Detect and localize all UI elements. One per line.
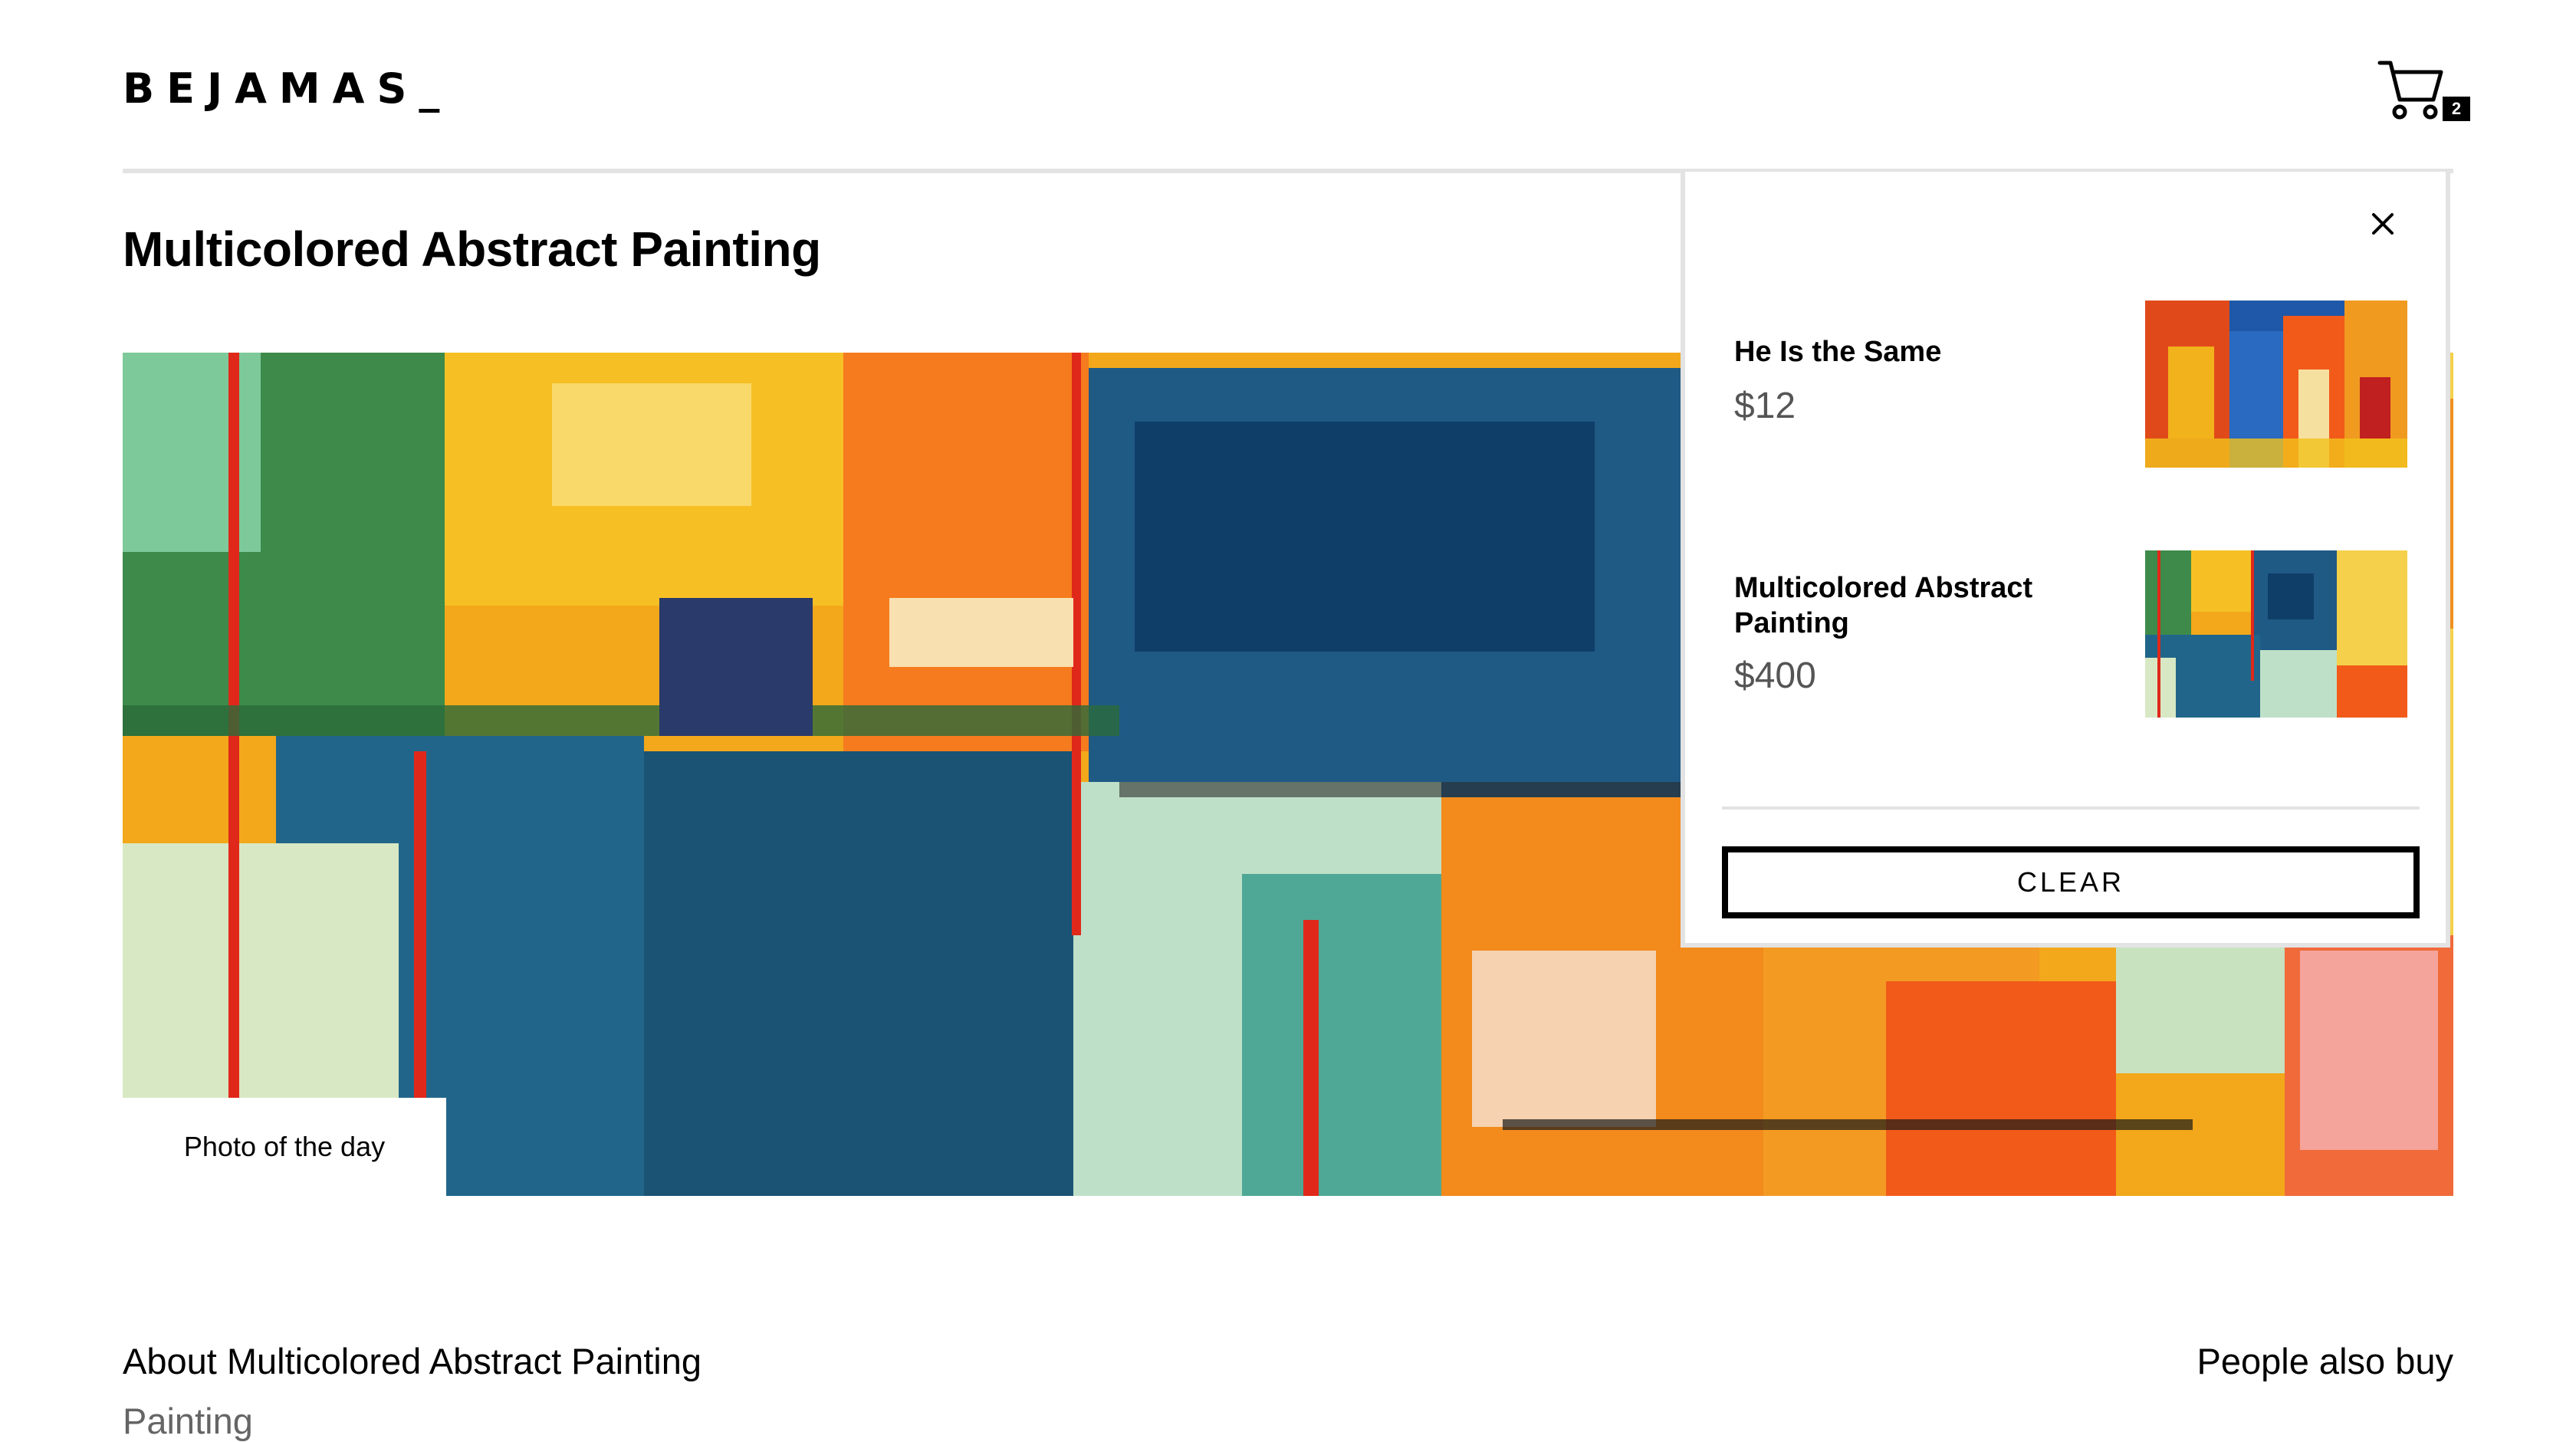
about-heading: About Multicolored Abstract Painting bbox=[123, 1341, 702, 1381]
cart-item-thumbnail[interactable] bbox=[2145, 301, 2407, 468]
cart-button[interactable]: 2 bbox=[2377, 57, 2470, 126]
clear-cart-button[interactable]: CLEAR bbox=[1722, 846, 2420, 918]
shopping-cart-icon bbox=[2377, 61, 2443, 120]
cart-count-badge: 2 bbox=[2443, 97, 2470, 121]
product-title: Multicolored Abstract Painting bbox=[123, 222, 821, 277]
close-icon bbox=[2372, 213, 2394, 235]
people-also-buy-heading: People also buy bbox=[2196, 1341, 2453, 1381]
cart-dropdown-panel: He Is the Same $12 Multicolored Abstract… bbox=[1681, 172, 2450, 948]
cart-item-price: $400 bbox=[1734, 655, 1816, 696]
product-category: Painting bbox=[123, 1401, 253, 1441]
cart-item: He Is the Same $12 bbox=[1734, 301, 2409, 469]
brand-logo[interactable]: BEJAMAS_ bbox=[123, 66, 452, 112]
cart-item-name[interactable]: He Is the Same bbox=[1734, 334, 2102, 370]
close-cart-button[interactable] bbox=[2360, 201, 2406, 247]
cart-item-price: $12 bbox=[1734, 386, 1796, 426]
photo-of-the-day-label: Photo of the day bbox=[123, 1098, 446, 1196]
cart-item-thumbnail[interactable] bbox=[2145, 550, 2407, 718]
cart-item-name[interactable]: Multicolored Abstract Painting bbox=[1734, 570, 2102, 641]
cart-divider bbox=[1722, 806, 2420, 810]
cart-item: Multicolored Abstract Painting $400 bbox=[1734, 550, 2409, 719]
